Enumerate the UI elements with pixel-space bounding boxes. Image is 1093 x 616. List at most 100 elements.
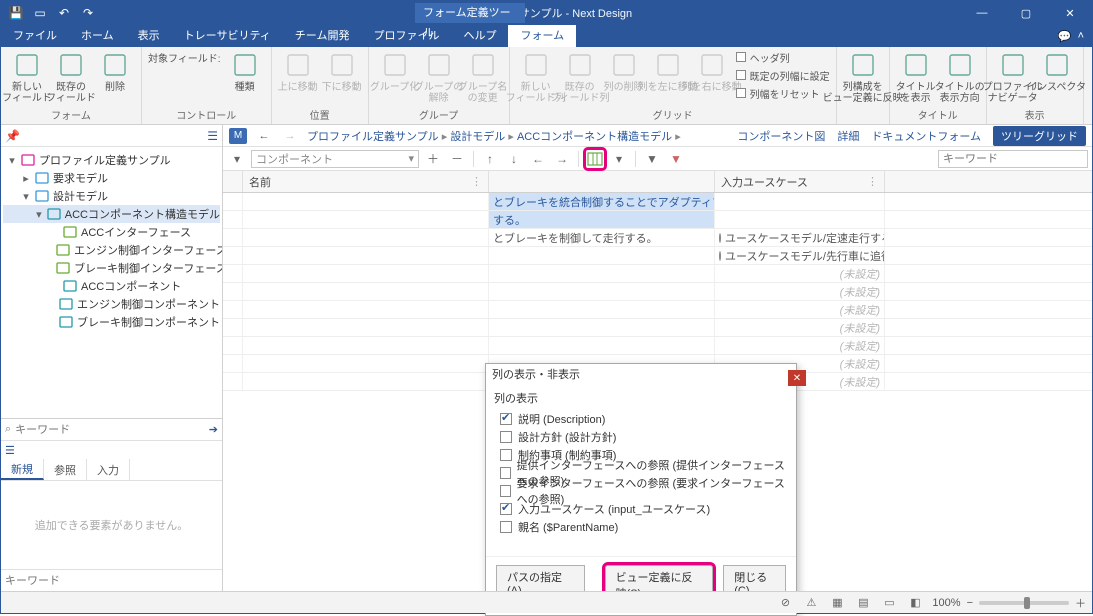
dialog-close-icon[interactable]: ✕ [788, 370, 806, 386]
open-icon[interactable]: ▭ [29, 3, 51, 23]
col-header-uc[interactable]: 入力ユースケース⋮ [715, 171, 885, 192]
table-row[interactable]: (未設定) [223, 283, 1092, 301]
tree-twisty-icon[interactable] [49, 316, 55, 328]
ribbon-type[interactable]: 種類 [225, 49, 265, 93]
ribbon-apply-view[interactable]: 列構成を ビュー定義に反映 [843, 49, 883, 104]
status-view4-icon[interactable]: ◧ [906, 595, 924, 611]
model-tree[interactable]: ▾プロファイル定義サンプル▸要求モデル▾設計モデル▾ACCコンポーネント構造モデ… [1, 147, 222, 418]
filter-icon[interactable]: ▼ [642, 149, 662, 169]
zoom-slider[interactable] [979, 601, 1069, 605]
columns-config-icon[interactable] [585, 149, 605, 169]
redo-icon[interactable]: ↷ [77, 3, 99, 23]
tree-twisty-icon[interactable]: ▾ [21, 190, 31, 203]
nav-fwd-icon[interactable]: → [281, 130, 299, 142]
panel-toggle-icon[interactable]: ☰ [1, 441, 222, 459]
ribbon-delete-field[interactable]: 削除 [95, 49, 135, 93]
status-view2-icon[interactable]: ▤ [854, 595, 872, 611]
tree-twisty-icon[interactable] [49, 226, 59, 238]
zoom-in-icon[interactable]: ＋ [1075, 595, 1086, 611]
minimize-button[interactable]: — [960, 1, 1004, 25]
tree-twisty-icon[interactable]: ▾ [7, 154, 17, 167]
col-menu-icon[interactable]: ⋮ [471, 175, 482, 188]
checkbox-icon[interactable] [500, 503, 512, 515]
crumb-1[interactable]: 設計モデル [450, 131, 505, 143]
tree-node-8[interactable]: エンジン制御コンポーネント [3, 295, 220, 313]
view-link-docform[interactable]: ドキュメントフォーム [871, 128, 981, 144]
crumb-0[interactable]: プロファイル定義サンプル [307, 131, 439, 143]
columns-more-icon[interactable]: ▾ [609, 149, 629, 169]
crumb-2[interactable]: ACCコンポーネント構造モデル [517, 131, 672, 143]
table-row[interactable]: する。 [223, 211, 1092, 229]
menu-tab-0[interactable]: ファイル [1, 25, 69, 47]
tree-twisty-icon[interactable] [49, 280, 59, 292]
checkbox-icon[interactable] [500, 431, 512, 443]
col-header-name[interactable]: 名前⋮ [243, 171, 489, 192]
menu-tab-1[interactable]: ホーム [69, 25, 126, 47]
right-icon[interactable]: → [552, 149, 572, 169]
menu-tab-3[interactable]: トレーサビリティ [172, 25, 283, 47]
ribbon-check-4-1[interactable] [736, 70, 746, 80]
menu-tab-4[interactable]: チーム開発 [283, 25, 362, 47]
tree-node-0[interactable]: ▾プロファイル定義サンプル [3, 151, 220, 169]
status-warn-icon[interactable]: ⚠ [802, 595, 820, 611]
tree-node-3[interactable]: ▾ACCコンポーネント構造モデル [3, 205, 220, 223]
status-view1-icon[interactable]: ▦ [828, 595, 846, 611]
nav-pin-icon[interactable]: 📌 [5, 129, 20, 143]
checkbox-icon[interactable] [500, 413, 512, 425]
menu-tab-2[interactable]: 表示 [126, 25, 172, 47]
table-row[interactable]: とブレーキを制御して走行する。ユースケースモデル/定速走行する [223, 229, 1092, 247]
col-menu-icon[interactable]: ⋮ [867, 175, 878, 188]
ribbon-existing-field[interactable]: 既存の フィールド [51, 49, 91, 104]
dialog-option-1[interactable]: 設計方針 (設計方針) [494, 428, 788, 446]
undo-icon[interactable]: ↶ [53, 3, 75, 23]
status-error-icon[interactable]: ⊘ [776, 595, 794, 611]
tree-node-4[interactable]: ACCインターフェース [3, 223, 220, 241]
bottom-keyword-input[interactable] [5, 575, 218, 587]
dialog-option-4[interactable]: 要求インターフェースへの参照 (要求インターフェースへの参照) [494, 482, 788, 500]
save-icon[interactable]: 💾 [5, 3, 27, 23]
dialog-option-6[interactable]: 親名 ($ParentName) [494, 518, 788, 536]
checkbox-icon[interactable] [500, 485, 511, 497]
ribbon-new-field[interactable]: 新しい フィールド [7, 49, 47, 104]
down-icon[interactable]: ↓ [504, 149, 524, 169]
up-icon[interactable]: ↑ [480, 149, 500, 169]
add-icon[interactable]: ＋ [423, 149, 443, 169]
checkbox-icon[interactable] [500, 521, 512, 533]
remove-icon[interactable]: － [447, 149, 467, 169]
nav-back-icon[interactable]: ← [255, 130, 273, 142]
left-icon[interactable]: ← [528, 149, 548, 169]
keyword-input[interactable] [15, 424, 205, 436]
expand-ribbon-icon[interactable]: ˄ [1078, 30, 1084, 42]
table-row[interactable]: とブレーキを統合制御することでアダプティブ・ [223, 193, 1092, 211]
tree-node-7[interactable]: ACCコンポーネント [3, 277, 220, 295]
dialog-option-0[interactable]: 説明 (Description) [494, 410, 788, 428]
tree-twisty-icon[interactable] [49, 262, 52, 274]
tree-twisty-icon[interactable] [49, 298, 55, 310]
type-combo[interactable]: コンポーネント▾ [251, 150, 419, 168]
ribbon-inspector[interactable]: インスペクタ [1037, 49, 1077, 93]
table-row[interactable]: ユースケースモデル/先行車に追従して [223, 247, 1092, 265]
menu-tab-6[interactable]: ヘルプ [451, 25, 508, 47]
tree-node-6[interactable]: ブレーキ制御インターフェース [3, 259, 220, 277]
checkbox-icon[interactable] [500, 467, 511, 479]
tree-twisty-icon[interactable] [49, 244, 52, 256]
lower-tab-1[interactable]: 参照 [44, 459, 87, 480]
menu-tab-5[interactable]: プロファイル [361, 25, 451, 47]
view-link-component[interactable]: コンポーネント図 [737, 128, 825, 144]
nav-menu-icon[interactable]: ☰ [207, 129, 218, 143]
view-treegrid-button[interactable]: ツリーグリッド [993, 126, 1086, 146]
table-row[interactable]: (未設定) [223, 337, 1092, 355]
table-row[interactable]: (未設定) [223, 319, 1092, 337]
view-link-detail[interactable]: 詳細 [837, 128, 859, 144]
help-icon[interactable]: 💬 [1058, 30, 1072, 43]
checkbox-icon[interactable] [500, 449, 512, 461]
tree-node-5[interactable]: エンジン制御インターフェース [3, 241, 220, 259]
lower-tab-2[interactable]: 入力 [87, 459, 130, 480]
keyword-go-icon[interactable]: ➔ [209, 423, 218, 436]
close-button[interactable]: ✕ [1048, 1, 1092, 25]
dropdown-icon[interactable]: ▾ [227, 149, 247, 169]
maximize-button[interactable]: ▢ [1004, 1, 1048, 25]
table-row[interactable]: (未設定) [223, 265, 1092, 283]
ribbon-profile-nav[interactable]: プロファイル ナビゲータ [993, 49, 1033, 104]
menu-tab-7[interactable]: フォーム [508, 25, 576, 47]
